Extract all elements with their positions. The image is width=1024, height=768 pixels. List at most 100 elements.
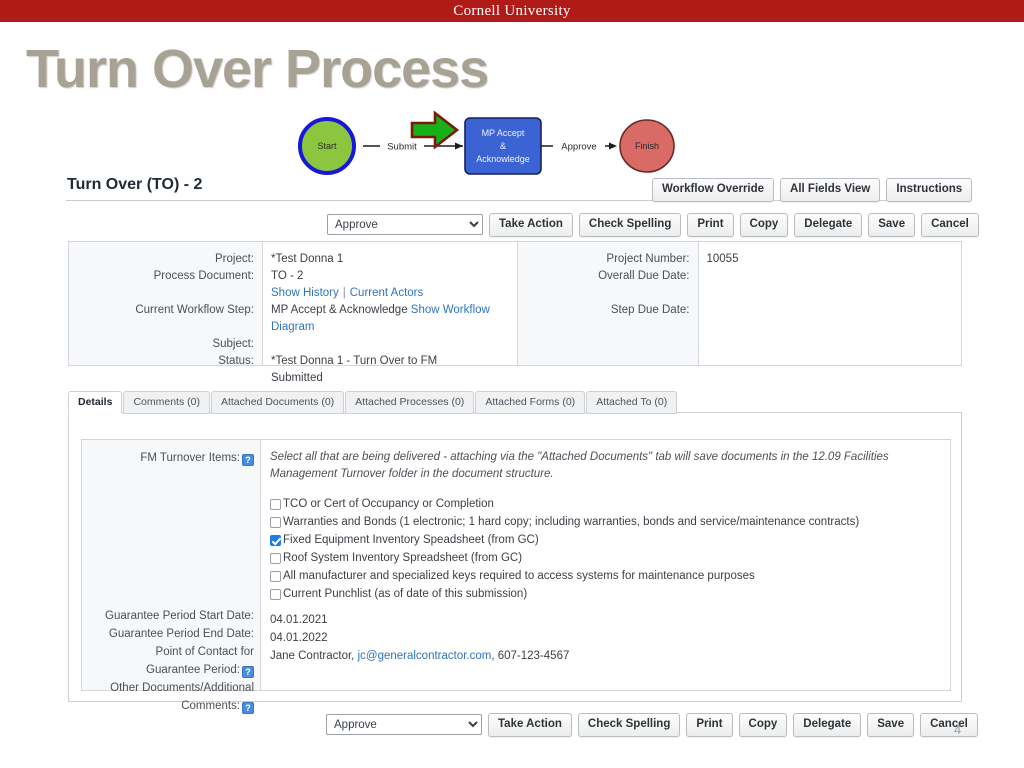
take-action-button-bottom[interactable]: Take Action xyxy=(488,713,572,737)
point-of-contact-phone: , 607-123-4567 xyxy=(491,650,570,662)
checkbox-label-tco: TCO or Cert of Occupancy or Completion xyxy=(283,498,494,510)
checkbox-label-roof-system: Roof System Inventory Spreadsheet (from … xyxy=(283,552,523,564)
checkbox-fixed-equipment[interactable] xyxy=(270,535,281,546)
checkbox-keys[interactable] xyxy=(270,571,281,582)
cancel-button-top[interactable]: Cancel xyxy=(921,213,979,237)
tab-attached-processes[interactable]: Attached Processes (0) xyxy=(345,391,475,414)
current-workflow-step-value: MP Accept & Acknowledge xyxy=(271,304,408,316)
process-document-label: Process Document: xyxy=(153,270,254,282)
spacer-value-3 xyxy=(707,285,962,302)
project-number-label: Project Number: xyxy=(606,253,690,265)
svg-text:Approve: Approve xyxy=(561,142,596,153)
tab-comments[interactable]: Comments (0) xyxy=(123,391,210,414)
link-separator: | xyxy=(342,287,346,299)
info-right-labels: Project Number: Overall Due Date: Step D… xyxy=(517,242,698,365)
other-documents-label-line1: Other Documents/Additional xyxy=(110,682,254,694)
help-icon-fm-turnover[interactable]: ? xyxy=(242,454,254,466)
label-spacer-a xyxy=(82,467,254,607)
checkbox-label-fixed-equipment: Fixed Equipment Inventory Speadsheet (fr… xyxy=(283,534,539,546)
project-number-value: 10055 xyxy=(706,253,739,265)
copy-button-top[interactable]: Copy xyxy=(739,213,789,237)
document-heading: Turn Over (TO) - 2 xyxy=(67,176,203,193)
cornell-wordmark: Cornell University xyxy=(453,2,571,19)
overall-due-date-value xyxy=(707,268,962,285)
document-toolbar-top: Workflow Override All Fields View Instru… xyxy=(652,178,973,202)
delegate-button-top[interactable]: Delegate xyxy=(794,213,863,237)
spacer-row-3 xyxy=(518,285,690,302)
checkbox-label-punchlist: Current Punchlist (as of date of this su… xyxy=(283,588,528,600)
tab-panel-details: FM Turnover Items:? Guarantee Period Sta… xyxy=(68,412,962,714)
take-action-button-top[interactable]: Take Action xyxy=(489,213,573,237)
step-due-date-label: Step Due Date: xyxy=(610,304,690,316)
action-toolbar-top: Approve Take Action Check Spelling Print… xyxy=(327,213,979,237)
all-fields-view-button[interactable]: All Fields View xyxy=(780,178,881,202)
save-button-bottom[interactable]: Save xyxy=(867,713,915,737)
checkbox-punchlist[interactable] xyxy=(270,589,281,600)
spacer-row-2 xyxy=(69,319,254,336)
print-button-bottom[interactable]: Print xyxy=(686,713,733,737)
action-select-top[interactable]: Approve xyxy=(327,214,483,236)
cornell-banner: Cornell University xyxy=(0,0,1024,22)
project-label: Project: xyxy=(215,253,254,265)
help-icon-other-documents[interactable]: ? xyxy=(242,702,254,714)
document-tabs: Details Comments (0) Attached Documents … xyxy=(68,391,678,414)
checkbox-row-tco[interactable]: TCO or Cert of Occupancy or Completion xyxy=(270,496,950,513)
action-toolbar-bottom: Approve Take Action Check Spelling Print… xyxy=(326,713,978,737)
delegate-button-bottom[interactable]: Delegate xyxy=(793,713,862,737)
tab-attached-to[interactable]: Attached To (0) xyxy=(586,391,678,414)
point-of-contact-label-line2-row: Guarantee Period:? xyxy=(82,661,254,679)
point-of-contact-email-link[interactable]: jc@generalcontractor.com xyxy=(358,650,492,662)
process-document-value: TO - 2 xyxy=(271,270,304,282)
fm-turnover-instructions: Select all that are being delivered - at… xyxy=(270,451,889,480)
checkbox-row-keys[interactable]: All manufacturer and specialized keys re… xyxy=(270,568,950,585)
info-left-values: *Test Donna 1 TO - 2 Show History | Curren… xyxy=(262,242,517,384)
tab-details[interactable]: Details xyxy=(68,391,123,414)
checkbox-row-warranties[interactable]: Warranties and Bonds (1 electronic; 1 ha… xyxy=(270,514,950,531)
info-column-right: Project Number: Overall Due Date: Step D… xyxy=(516,242,962,365)
other-documents-label-line2: Comments: xyxy=(181,700,240,712)
point-of-contact-name: Jane Contractor, xyxy=(270,650,355,662)
details-form-panel: FM Turnover Items:? Guarantee Period Sta… xyxy=(81,439,951,714)
details-form-labels: FM Turnover Items:? Guarantee Period Sta… xyxy=(82,440,260,714)
spacer-row-1 xyxy=(69,285,254,302)
check-spelling-button-bottom[interactable]: Check Spelling xyxy=(577,713,681,737)
svg-text:&: & xyxy=(500,141,506,151)
point-of-contact-value-row: Jane Contractor, jc@generalcontractor.co… xyxy=(270,647,950,665)
fm-turnover-items-label: FM Turnover Items: xyxy=(140,452,240,464)
info-left-labels: Project: Process Document: Current Workf… xyxy=(69,242,262,367)
copy-button-bottom[interactable]: Copy xyxy=(738,713,788,737)
cancel-button-bottom[interactable]: Cancel xyxy=(920,713,978,737)
workflow-diagram: Start Submit MP Accept & Acknowledge App… xyxy=(285,108,705,184)
fm-turnover-checkbox-list: TCO or Cert of Occupancy or Completion W… xyxy=(270,496,950,603)
project-value: *Test Donna 1 xyxy=(271,253,344,265)
step-due-date-value xyxy=(707,302,962,319)
svg-text:MP Accept: MP Accept xyxy=(482,128,525,138)
checkbox-row-fixed-equipment[interactable]: Fixed Equipment Inventory Speadsheet (fr… xyxy=(270,532,950,549)
document-links-row: Show History | Current Actors xyxy=(271,285,517,302)
checkbox-tco[interactable] xyxy=(270,499,281,510)
subject-value: *Test Donna 1 - Turn Over to FM xyxy=(271,355,438,367)
svg-text:Start: Start xyxy=(317,141,337,151)
guarantee-end-value: 04.01.2022 xyxy=(270,632,328,644)
check-spelling-button-top[interactable]: Check Spelling xyxy=(578,213,682,237)
tab-attached-forms[interactable]: Attached Forms (0) xyxy=(475,391,586,414)
checkbox-warranties[interactable] xyxy=(270,517,281,528)
point-of-contact-label-line1: Point of Contact for xyxy=(155,646,254,658)
checkbox-row-roof-system[interactable]: Roof System Inventory Spreadsheet (from … xyxy=(270,550,950,567)
other-documents-label-line2-row: Comments:? xyxy=(82,697,254,715)
point-of-contact-label-line2: Guarantee Period: xyxy=(146,664,240,676)
save-button-top[interactable]: Save xyxy=(868,213,916,237)
print-button-top[interactable]: Print xyxy=(687,213,734,237)
checkbox-row-punchlist[interactable]: Current Punchlist (as of date of this su… xyxy=(270,586,950,603)
help-icon-point-of-contact[interactable]: ? xyxy=(242,666,254,678)
checkbox-roof-system[interactable] xyxy=(270,553,281,564)
details-form-values: Select all that are being delivered - at… xyxy=(260,440,950,690)
instructions-button[interactable]: Instructions xyxy=(886,178,973,202)
action-select-bottom[interactable]: Approve xyxy=(326,714,482,736)
current-actors-link[interactable]: Current Actors xyxy=(350,287,424,299)
workflow-override-button[interactable]: Workflow Override xyxy=(652,178,775,202)
show-history-link[interactable]: Show History xyxy=(271,287,339,299)
spacer-value-2 xyxy=(271,336,517,353)
guarantee-end-label: Guarantee Period End Date: xyxy=(108,628,254,640)
tab-attached-documents[interactable]: Attached Documents (0) xyxy=(210,391,345,414)
